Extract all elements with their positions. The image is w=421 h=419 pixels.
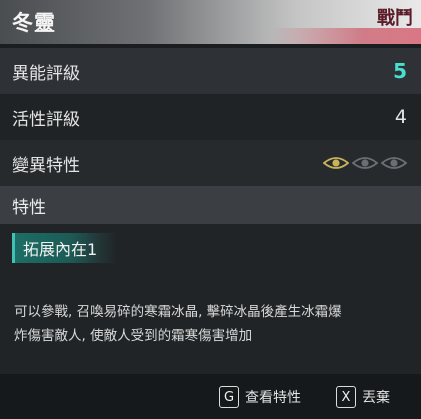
mutation-level-indicator (323, 156, 407, 170)
stat-row-power-rating: 異能評級 5 (0, 48, 421, 94)
description-line: 炸傷害敵人, 使敵人受到的霜寒傷害增加 (14, 328, 253, 344)
trait-chip-label: 拓展內在1 (23, 240, 98, 259)
eye-icon-3 (381, 157, 407, 169)
discard-label: 丟棄 (362, 390, 390, 406)
stat-label: 異能評級 (12, 63, 80, 84)
stat-value: 4 (394, 106, 407, 128)
stat-row-mutation-trait: 變異特性 (0, 140, 421, 186)
eye-icon-2 (352, 157, 378, 169)
stat-value: 5 (393, 59, 407, 83)
action-footer: G 查看特性 X 丟棄 (0, 374, 421, 419)
key-x-icon: X (336, 386, 356, 408)
view-traits-button[interactable]: G 查看特性 (219, 386, 301, 408)
trait-chip[interactable]: 拓展內在1 (12, 233, 118, 263)
stat-label: 變異特性 (12, 155, 80, 176)
discard-button[interactable]: X 丟棄 (336, 386, 390, 408)
stat-label: 活性評級 (12, 109, 80, 130)
eye-icon-1 (323, 157, 349, 169)
trait-description: 可以參戰, 召喚易碎的寒霜冰晶, 擊碎冰晶後產生冰霜爆 炸傷害敵人, 使敵人受到… (14, 300, 409, 348)
traits-panel: 拓展內在1 可以參戰, 召喚易碎的寒霜冰晶, 擊碎冰晶後產生冰霜爆 炸傷害敵人,… (0, 224, 421, 374)
description-line: 可以參戰, 召喚易碎的寒霜冰晶, 擊碎冰晶後產生冰霜爆 (14, 304, 342, 320)
stat-row-activity-rating: 活性評級 4 (0, 94, 421, 140)
section-title: 特性 (12, 197, 46, 218)
view-traits-label: 查看特性 (245, 390, 301, 406)
traits-section-heading: 特性 (0, 186, 421, 224)
item-header: 冬靈 戰鬥 (0, 0, 421, 44)
header-accent-sweep (271, 28, 421, 44)
item-title: 冬靈 (12, 11, 56, 35)
key-g-icon: G (219, 386, 239, 408)
item-type-label: 戰鬥 (377, 8, 413, 29)
